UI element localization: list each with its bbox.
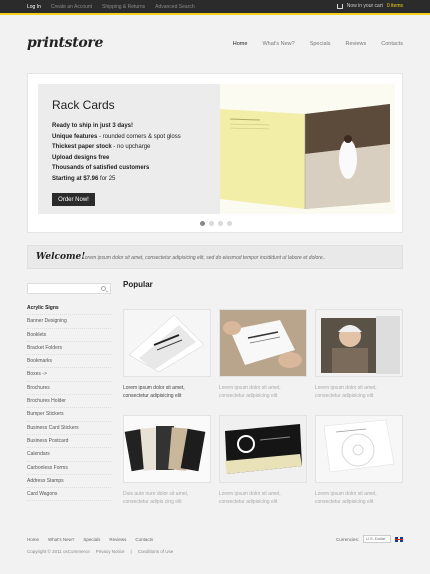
rack-card-photo — [220, 84, 395, 214]
welcome-text: Lorem ipsum dolor sit amet, consectetur … — [82, 255, 326, 261]
footer-link-specials[interactable]: Specials — [83, 537, 100, 542]
slide-line: Ready to ship in just 3 days! — [52, 123, 134, 129]
category-item[interactable]: Booklets — [27, 329, 111, 342]
product-description: Lorem ipsum dolor sit amet, consectetur … — [315, 385, 377, 399]
main-nav: Home What's New? Specials Reviews Contac… — [233, 41, 403, 47]
footer-link-whats-new[interactable]: What's New? — [48, 537, 74, 542]
slide-title: Rack Cards — [52, 98, 115, 112]
top-bar: Log In Create an Account Shipping & Retu… — [0, 0, 430, 15]
advanced-search-link[interactable]: Advanced Search — [155, 4, 194, 10]
slide-line-rest: for 25 — [98, 175, 116, 182]
category-item[interactable]: Carbonless Forms — [27, 462, 111, 475]
category-item[interactable]: Business Postcard — [27, 435, 111, 449]
product-card[interactable]: Lorem ipsum dolor sit amet, consectetur … — [219, 415, 307, 506]
copyright-text: Copyright © 2011 osCommerce — [27, 549, 90, 554]
nav-contacts[interactable]: Contacts — [381, 41, 403, 47]
currencies-label: Currencies: — [335, 536, 359, 542]
category-item[interactable]: Card Wagons — [27, 488, 111, 502]
category-item[interactable]: Bumper Stickers — [27, 408, 111, 422]
product-card[interactable]: Lorem ipsum dolor sit amet, consectetur … — [315, 309, 403, 400]
product-image[interactable] — [123, 415, 211, 483]
login-link[interactable]: Log In — [27, 4, 41, 10]
cart-icon — [336, 3, 343, 9]
currency-select[interactable]: U.S. Dollar — [363, 535, 391, 543]
cart-summary[interactable]: Now in your cart 0 items — [336, 3, 403, 9]
category-item[interactable]: Acrylic Signs — [27, 302, 111, 316]
nav-reviews[interactable]: Reviews — [345, 41, 366, 47]
product-description: Lorem ipsum dolor sit amet, consectetur … — [315, 491, 377, 505]
slide-line-rest: - no upcharge — [111, 144, 151, 150]
product-image[interactable] — [219, 415, 307, 483]
search-icon[interactable] — [101, 286, 106, 291]
slider-dot[interactable] — [209, 221, 214, 226]
product-image[interactable] — [123, 309, 211, 377]
slider-dot[interactable] — [218, 221, 223, 226]
nav-home[interactable]: Home — [233, 41, 248, 47]
product-image[interactable] — [219, 309, 307, 377]
slider-pager — [200, 221, 232, 226]
create-account-link[interactable]: Create an Account — [51, 4, 92, 10]
privacy-link[interactable]: Privacy Notice — [96, 549, 125, 554]
category-list: Acrylic Signs Banner Designing Booklets … — [27, 302, 111, 502]
slider-dot[interactable] — [200, 221, 205, 226]
category-item[interactable]: Bookmarks — [27, 355, 111, 369]
category-item[interactable]: Calendars — [27, 448, 111, 462]
product-image[interactable] — [315, 415, 403, 483]
welcome-banner: Welcome! Lorem ipsum dolor sit amet, con… — [27, 245, 403, 269]
search-input[interactable] — [27, 283, 111, 294]
nav-specials[interactable]: Specials — [310, 41, 331, 47]
cart-text: Now in your cart — [346, 3, 383, 9]
slide-line: Upload designs free — [52, 154, 110, 161]
welcome-title: Welcome! — [36, 252, 86, 262]
hero-slider: Rack Cards Ready to ship in just 3 days!… — [27, 73, 403, 233]
category-item[interactable]: Banner Designing — [27, 315, 111, 329]
footer: Home What's New? Specials Reviews Contac… — [27, 535, 403, 554]
slide-text-panel: Rack Cards Ready to ship in just 3 days!… — [38, 84, 220, 214]
conditions-link[interactable]: Conditions of Use — [138, 549, 174, 554]
nav-whats-new[interactable]: What's New? — [262, 41, 294, 47]
slide-line-bold: Thickest paper stock — [52, 144, 112, 150]
category-item[interactable]: Brochures Holder — [27, 395, 111, 409]
currency-selector: Currencies: U.S. Dollar — [336, 535, 403, 543]
popular-heading: Popular — [123, 280, 153, 289]
product-description: Lorem ipsum dolor sit amet, consectetur … — [123, 385, 185, 399]
footer-link-contacts[interactable]: Contacts — [135, 537, 153, 542]
slide-image — [220, 84, 395, 214]
product-card[interactable]: Duis aute irure dolor sit amet, consecte… — [123, 415, 211, 506]
uk-flag-icon[interactable] — [395, 536, 403, 542]
footer-separator: | — [130, 549, 132, 554]
logo[interactable]: printstore — [27, 35, 103, 51]
shipping-returns-link[interactable]: Shipping & Returns — [102, 4, 145, 10]
product-description: Lorem ipsum dolor sit amet, consectetur … — [219, 385, 281, 399]
slide-features: Ready to ship in just 3 days! Unique fea… — [52, 121, 181, 184]
product-description: Duis aute irure dolor sit amet, consecte… — [123, 491, 189, 505]
category-item[interactable]: Bracket Folders — [27, 342, 111, 356]
product-image[interactable] — [315, 309, 403, 377]
cart-items[interactable]: 0 items — [387, 3, 403, 9]
category-item[interactable]: Business Card Stickers — [27, 422, 111, 435]
footer-link-reviews[interactable]: Reviews — [109, 537, 126, 542]
slider-dot[interactable] — [227, 221, 232, 226]
product-card[interactable]: Lorem ipsum dolor sit amet, consectetur … — [219, 309, 307, 400]
product-card[interactable]: Lorem ipsum dolor sit amet, consectetur … — [123, 309, 211, 400]
slide-line-bold: Starting at $7.96 — [52, 175, 99, 182]
footer-link-home[interactable]: Home — [27, 537, 39, 542]
order-now-button[interactable]: Order Now! — [52, 193, 95, 206]
category-item[interactable]: Brochures — [27, 382, 111, 396]
slide-line-bold: Unique features — [52, 133, 98, 140]
slide-line: Thousands of satisfied customers — [52, 165, 150, 171]
slide-line-rest: - rounded corners & spot gloss — [97, 133, 181, 140]
product-description: Lorem ipsum dolor sit amet, consectetur … — [219, 491, 281, 505]
category-item[interactable]: Boxes -> — [27, 368, 111, 382]
copyright: Copyright © 2011 osCommerce Privacy Noti… — [27, 549, 173, 554]
category-item[interactable]: Address Stamps — [27, 475, 111, 489]
product-card[interactable]: Lorem ipsum dolor sit amet, consectetur … — [315, 415, 403, 506]
